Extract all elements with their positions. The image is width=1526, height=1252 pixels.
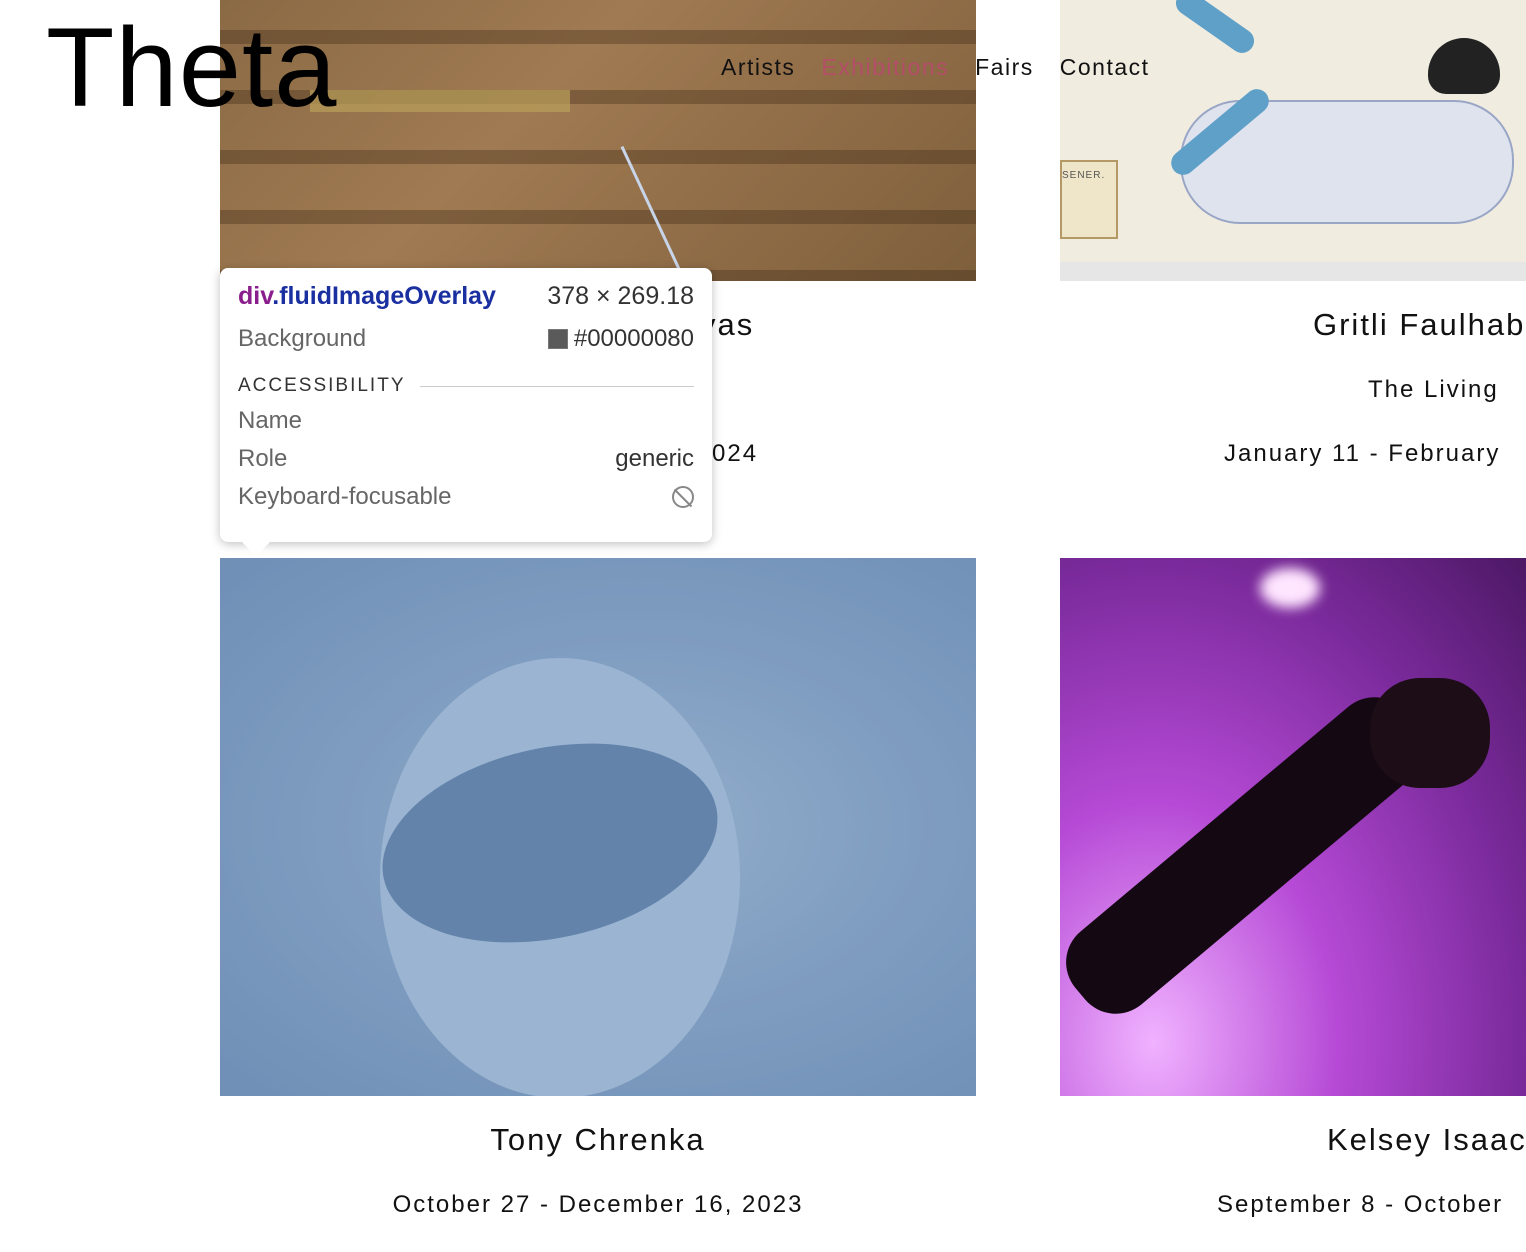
inspector-background-value: #00000080 — [547, 325, 694, 353]
nav-artists[interactable]: Artists — [721, 54, 795, 81]
nav-fairs[interactable]: Fairs — [975, 54, 1034, 81]
inspector-role-value: generic — [615, 445, 694, 472]
image-detail — [1260, 568, 1320, 608]
nav-exhibitions[interactable]: Exhibitions — [821, 54, 949, 81]
exhibition-dates-4: September 8 - October — [1217, 1191, 1504, 1218]
exhibition-artist-3[interactable]: Tony Chrenka — [220, 1122, 976, 1158]
exhibition-artist-2[interactable]: Gritli Faulhab — [1313, 307, 1525, 343]
inspector-size: 378 × 269.18 — [547, 282, 694, 310]
fluid-image-overlay — [220, 558, 976, 1096]
exhibition-image-4[interactable] — [1060, 558, 1526, 1096]
main-nav: Artists Exhibitions Fairs Contact — [721, 54, 1150, 81]
inspector-role-label: Role — [238, 445, 288, 472]
exhibition-image-3[interactable] — [220, 558, 976, 1096]
inspector-name-label: Name — [238, 407, 303, 434]
inspector-selector: div.fluidImageOverlay — [238, 282, 496, 311]
inspector-background-hex: #00000080 — [573, 325, 694, 352]
image-detail — [310, 90, 570, 112]
inspector-tag: div — [238, 282, 273, 310]
exhibition-artist-4[interactable]: Kelsey Isaac — [1327, 1122, 1526, 1158]
image-detail — [620, 145, 683, 275]
image-detail — [1171, 0, 1259, 58]
inspector-background-label: Background — [238, 325, 367, 352]
image-frame — [1060, 262, 1526, 281]
inspector-class: .fluidImageOverlay — [272, 282, 496, 310]
divider — [419, 385, 694, 387]
image-detail — [1428, 38, 1500, 94]
no-entry-icon — [672, 486, 694, 508]
site-logo[interactable]: Theta — [46, 12, 337, 124]
image-detail — [1370, 678, 1490, 788]
nav-contact[interactable]: Contact — [1060, 54, 1150, 81]
exhibition-title-2: The Living — [1368, 376, 1499, 403]
inspector-tooltip: div.fluidImageOverlay 378 × 269.18 Backg… — [220, 268, 712, 556]
exhibition-dates-2: January 11 - February — [1224, 440, 1501, 467]
color-swatch-icon — [547, 329, 568, 349]
inspector-section-title: ACCESSIBILITY — [238, 375, 406, 396]
inspector-focus-label: Keyboard-focusable — [238, 483, 452, 510]
exhibition-dates-3: October 27 - December 16, 2023 — [392, 1191, 804, 1218]
image-detail-text: SENER. — [1062, 170, 1106, 181]
exhibition-dates-1: 024 — [712, 440, 759, 467]
inspector-section-accessibility: ACCESSIBILITY — [238, 375, 694, 397]
exhibition-image-2[interactable]: SENER. — [1060, 0, 1526, 281]
